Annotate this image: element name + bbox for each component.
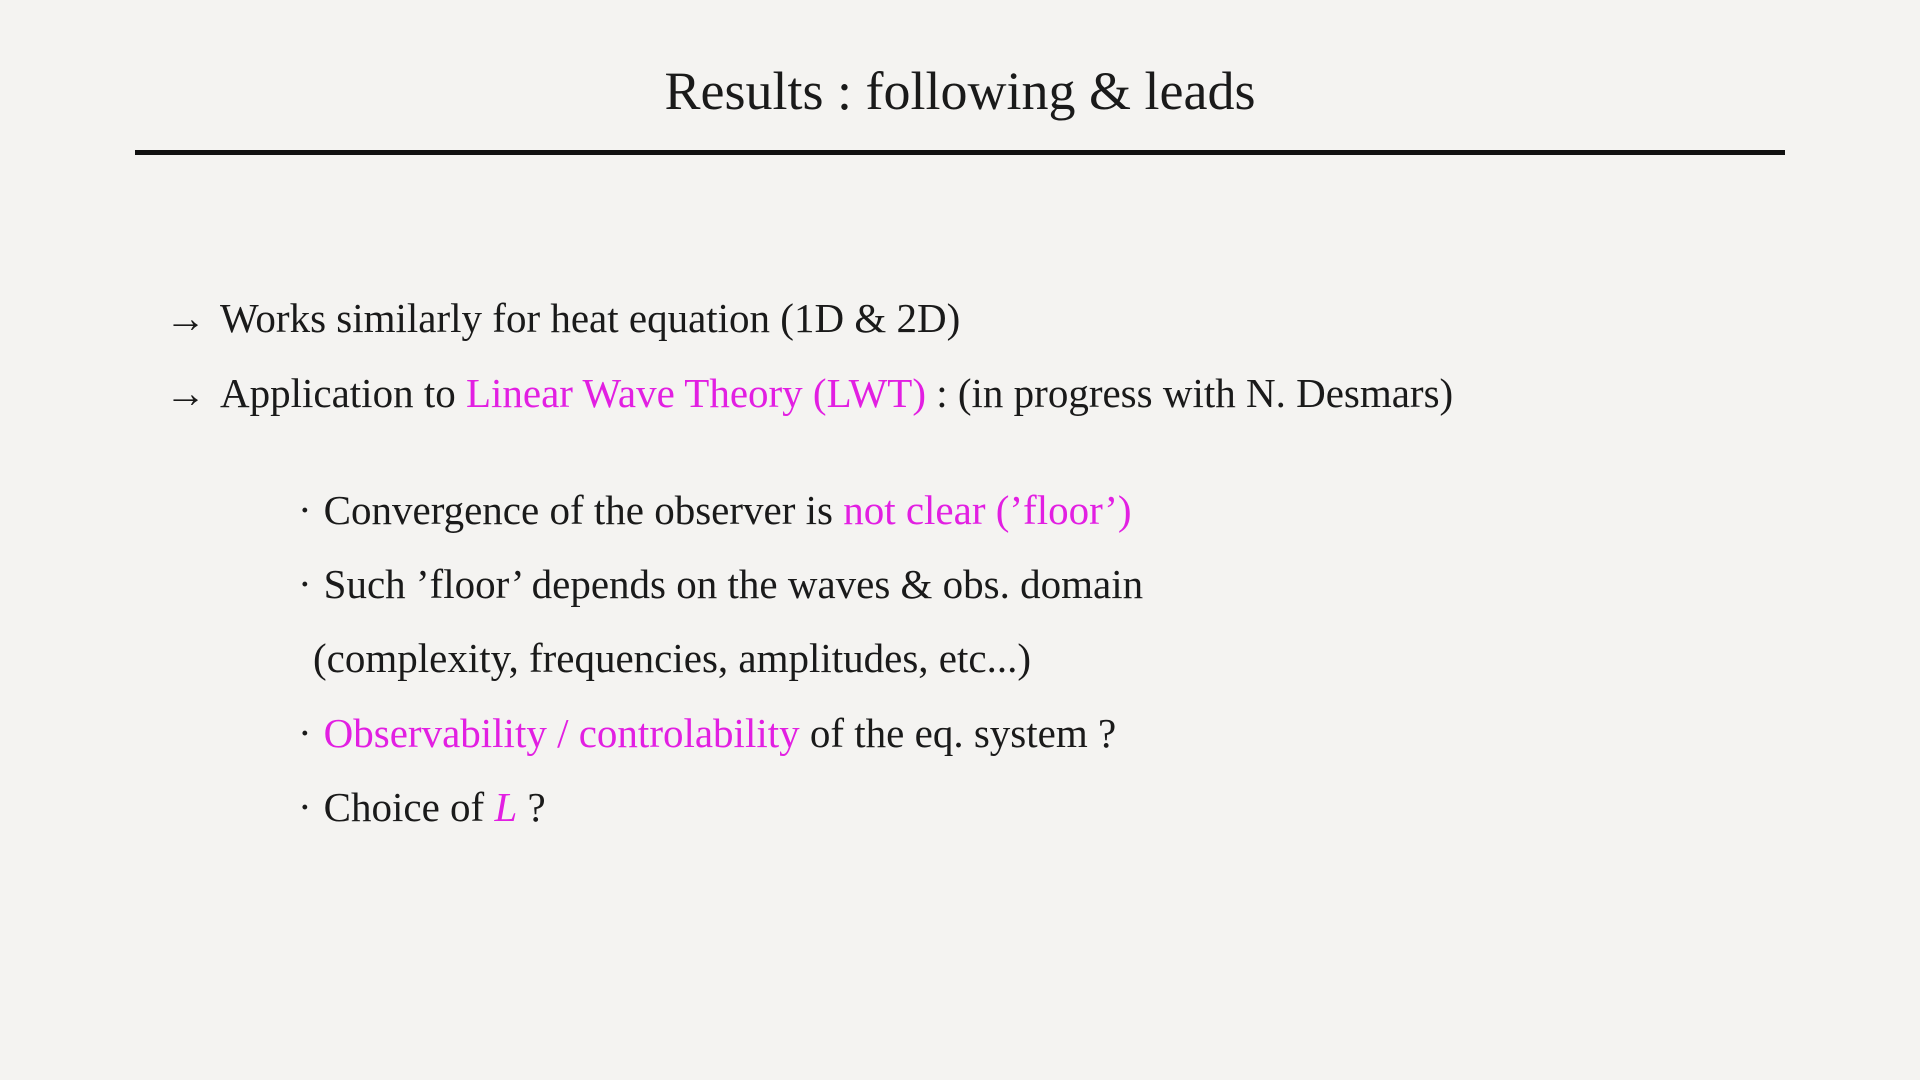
list-item: → Works similarly for heat equation (1D &… <box>165 292 960 344</box>
sub-list-item-continuation: (complexity, frequencies, amplitudes, et… <box>313 635 1032 681</box>
title-rule <box>135 150 1785 155</box>
sub-list-item: · Such ’floor’ depends on the waves & obs… <box>298 558 1143 610</box>
bullet-icon: · <box>298 784 312 830</box>
highlight-text: Linear Wave Theory (LWT) <box>465 370 926 416</box>
item-text-after: ? <box>517 784 546 830</box>
bullet-icon: · <box>298 710 312 756</box>
sub-list-item: · Convergence of the observer is not clea… <box>298 484 1132 536</box>
bullet-icon: · <box>298 487 312 533</box>
highlight-text: Observability / controlability <box>323 710 800 756</box>
item-text: Convergence of the observer is <box>323 487 844 533</box>
item-text: Choice of <box>323 784 495 830</box>
bullet-icon: · <box>298 561 312 607</box>
sub-list-item: · Observability / controlability of the e… <box>298 707 1116 759</box>
arrow-icon: → <box>165 295 206 341</box>
math-symbol-L: L <box>494 784 518 830</box>
item-text-after: of the eq. system ? <box>799 710 1117 756</box>
slide-title: Results : following & leads <box>664 61 1256 121</box>
item-text-after: : (in progress with N. Desmars) <box>925 370 1454 416</box>
item-text: Application to <box>220 370 466 416</box>
item-text: Such ’floor’ depends on the waves & obs.… <box>323 561 1144 607</box>
sub-list-item: · Choice of L ? <box>298 781 546 833</box>
slide: Results : following & leads → Works simil… <box>0 0 1920 1080</box>
highlight-text: not clear (’floor’) <box>843 487 1132 533</box>
list-item: → Application to Linear Wave Theory (LWT)… <box>165 367 1453 419</box>
arrow-icon: → <box>165 370 206 416</box>
item-text: Works similarly for heat equation (1D & … <box>220 295 961 341</box>
